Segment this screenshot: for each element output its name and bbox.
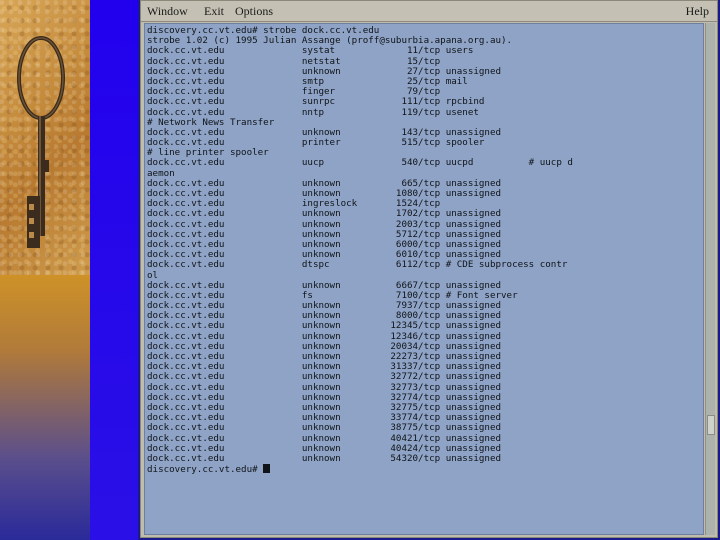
terminal-prompt-line: discovery.cc.vt.edu# xyxy=(147,464,703,476)
terminal-line: dock.cc.vt.edu sunrpc 111/tcp rpcbind xyxy=(147,96,485,108)
key-photo xyxy=(0,0,90,275)
antique-key-image xyxy=(17,36,65,248)
menu-bar: Window Exit Options Help xyxy=(141,1,717,22)
scrollbar-thumb[interactable] xyxy=(707,415,715,435)
terminal-line: dock.cc.vt.edu unknown 54320/tcp unassig… xyxy=(147,452,502,464)
menu-window[interactable]: Window xyxy=(147,4,188,19)
terminal-line: dock.cc.vt.edu dtspc 6112/tcp # CDE subp… xyxy=(147,259,568,271)
vertical-scrollbar[interactable] xyxy=(705,23,715,535)
terminal-output[interactable]: discovery.cc.vt.edu# strobe dock.cc.vt.e… xyxy=(144,23,704,535)
text-cursor xyxy=(263,464,271,474)
shell-prompt: discovery.cc.vt.edu# xyxy=(147,464,264,476)
terminal-window: Window Exit Options Help discovery.cc.vt… xyxy=(140,0,718,538)
terminal-line: dock.cc.vt.edu unknown 38775/tcp unassig… xyxy=(147,422,502,434)
terminal-line: dock.cc.vt.edu uucp 540/tcp uucpd # uucp… xyxy=(147,157,573,169)
menu-exit[interactable]: Exit xyxy=(204,4,224,19)
menu-options[interactable]: Options xyxy=(235,4,273,19)
slide-blue-band xyxy=(90,0,138,540)
menu-help[interactable]: Help xyxy=(686,4,709,19)
